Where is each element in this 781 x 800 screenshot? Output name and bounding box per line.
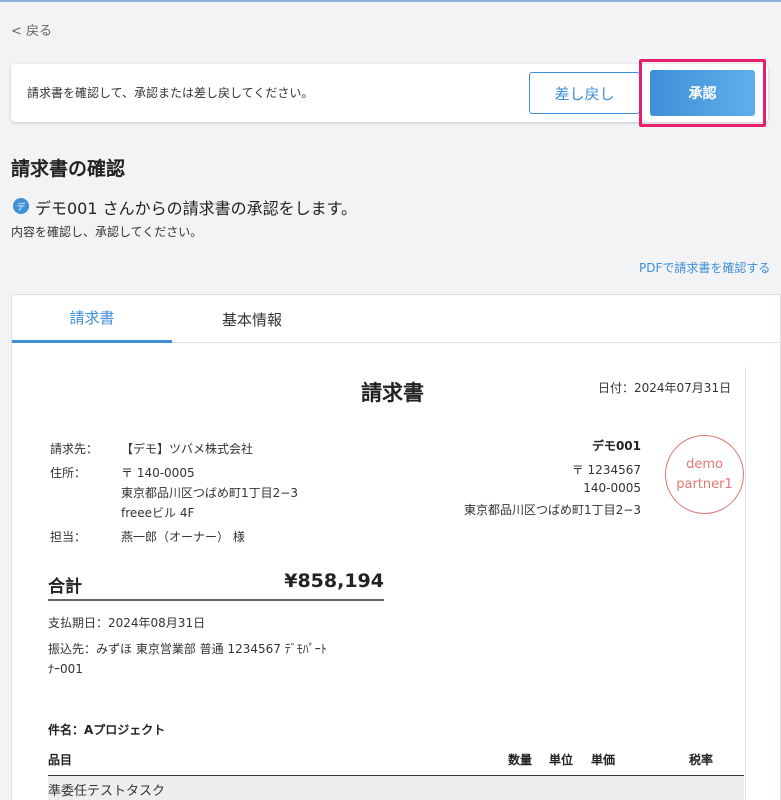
- invoice-title: 請求書: [361, 381, 424, 405]
- table-row: 準委任テストタスク: [48, 776, 744, 800]
- tab-bar: 請求書 基本情報: [12, 295, 780, 343]
- row-item: 準委任テストタスク: [48, 784, 166, 799]
- contact-value: 燕一郎（オーナー） 様: [121, 530, 245, 544]
- billing-to-label: 請求先：: [50, 442, 99, 456]
- total-label: 合計: [48, 577, 82, 597]
- tab-basic-info[interactable]: 基本情報: [172, 295, 332, 343]
- avatar-icon: デ: [13, 198, 29, 214]
- invoice-date: 日付：2024年07月31日: [598, 381, 732, 395]
- request-description: デモ001 さんからの請求書の承認をします。: [35, 199, 358, 218]
- address-line: 東京都品川区つばめ町1丁目2−3: [121, 486, 298, 500]
- sender-name: デモ001: [591, 439, 641, 453]
- sender-address-1: 140-0005: [583, 481, 641, 495]
- invoice-card: 請求書 基本情報 請求書 日付：2024年07月31日 請求先： 【デモ】ツバメ…: [11, 294, 781, 800]
- banner-message: 請求書を確認して、承認または差し戻してください。: [27, 86, 314, 100]
- invoice-document: 請求書 日付：2024年07月31日 請求先： 【デモ】ツバメ株式会社 住所： …: [12, 343, 772, 800]
- pdf-view-link[interactable]: PDFで請求書を確認する: [639, 259, 770, 276]
- stamp-line: demo: [686, 456, 723, 472]
- subject: 件名：Aプロジェクト: [48, 723, 166, 737]
- approve-button-highlight: 承認: [639, 59, 766, 127]
- billing-to-value: 【デモ】ツバメ株式会社: [121, 442, 254, 456]
- column-header-item: 品目: [48, 753, 73, 767]
- company-stamp: demo partner1: [665, 435, 744, 514]
- payment-due: 支払期日：2024年08月31日: [48, 616, 206, 630]
- back-link[interactable]: < 戻る: [11, 20, 52, 39]
- column-header-unit: 単位: [549, 753, 574, 767]
- instruction-text: 内容を確認し、承認してください。: [11, 225, 203, 239]
- scroll-divider: [745, 367, 746, 800]
- column-header-tax: 税率: [689, 753, 714, 767]
- total-value: ¥858,194: [284, 570, 384, 592]
- bank-info: 振込先：みずほ 東京営業部 普通 1234567 ﾃﾞﾓﾊﾟｰﾄ ﾅｰ001: [48, 639, 368, 679]
- approve-button[interactable]: 承認: [650, 70, 755, 116]
- address-label: 住所：: [50, 466, 87, 480]
- top-accent-line: [0, 0, 781, 2]
- reject-button[interactable]: 差し戻し: [529, 72, 640, 114]
- column-header-qty: 数量: [508, 753, 533, 767]
- total-row: 合計 ¥858,194: [48, 569, 384, 601]
- contact-label: 担当：: [50, 530, 87, 544]
- bank-line: 振込先：みずほ 東京営業部 普通 1234567 ﾃﾞﾓﾊﾟｰﾄ: [48, 642, 327, 656]
- tab-invoice[interactable]: 請求書: [12, 295, 172, 343]
- address-line: 〒 140-0005: [121, 466, 195, 480]
- sender-postal: 〒 1234567: [571, 463, 641, 477]
- page-title: 請求書の確認: [11, 158, 126, 180]
- sender-address-2: 東京都品川区つばめ町1丁目2−3: [464, 503, 641, 517]
- column-header-price: 単価: [591, 753, 616, 767]
- address-line: freeeビル 4F: [121, 506, 195, 520]
- bank-line: ﾅｰ001: [48, 662, 83, 676]
- stamp-line: partner1: [676, 476, 733, 492]
